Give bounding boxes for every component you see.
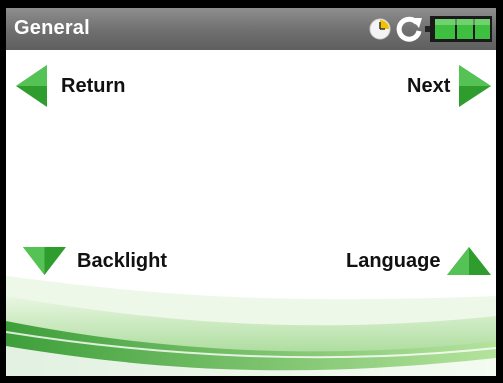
device-screen: General Return Next Backlight Language [6, 8, 496, 376]
refresh-icon [396, 16, 422, 42]
background-wave [6, 276, 496, 376]
next-arrow-icon[interactable] [459, 65, 491, 107]
page-title: General [14, 17, 90, 39]
return-arrow-icon[interactable] [16, 65, 48, 107]
next-label[interactable]: Next [407, 75, 450, 98]
return-label[interactable]: Return [61, 75, 125, 98]
battery-icon [425, 16, 492, 42]
clock-icon [369, 18, 391, 40]
title-bar: General [6, 8, 496, 50]
status-area [361, 8, 496, 50]
